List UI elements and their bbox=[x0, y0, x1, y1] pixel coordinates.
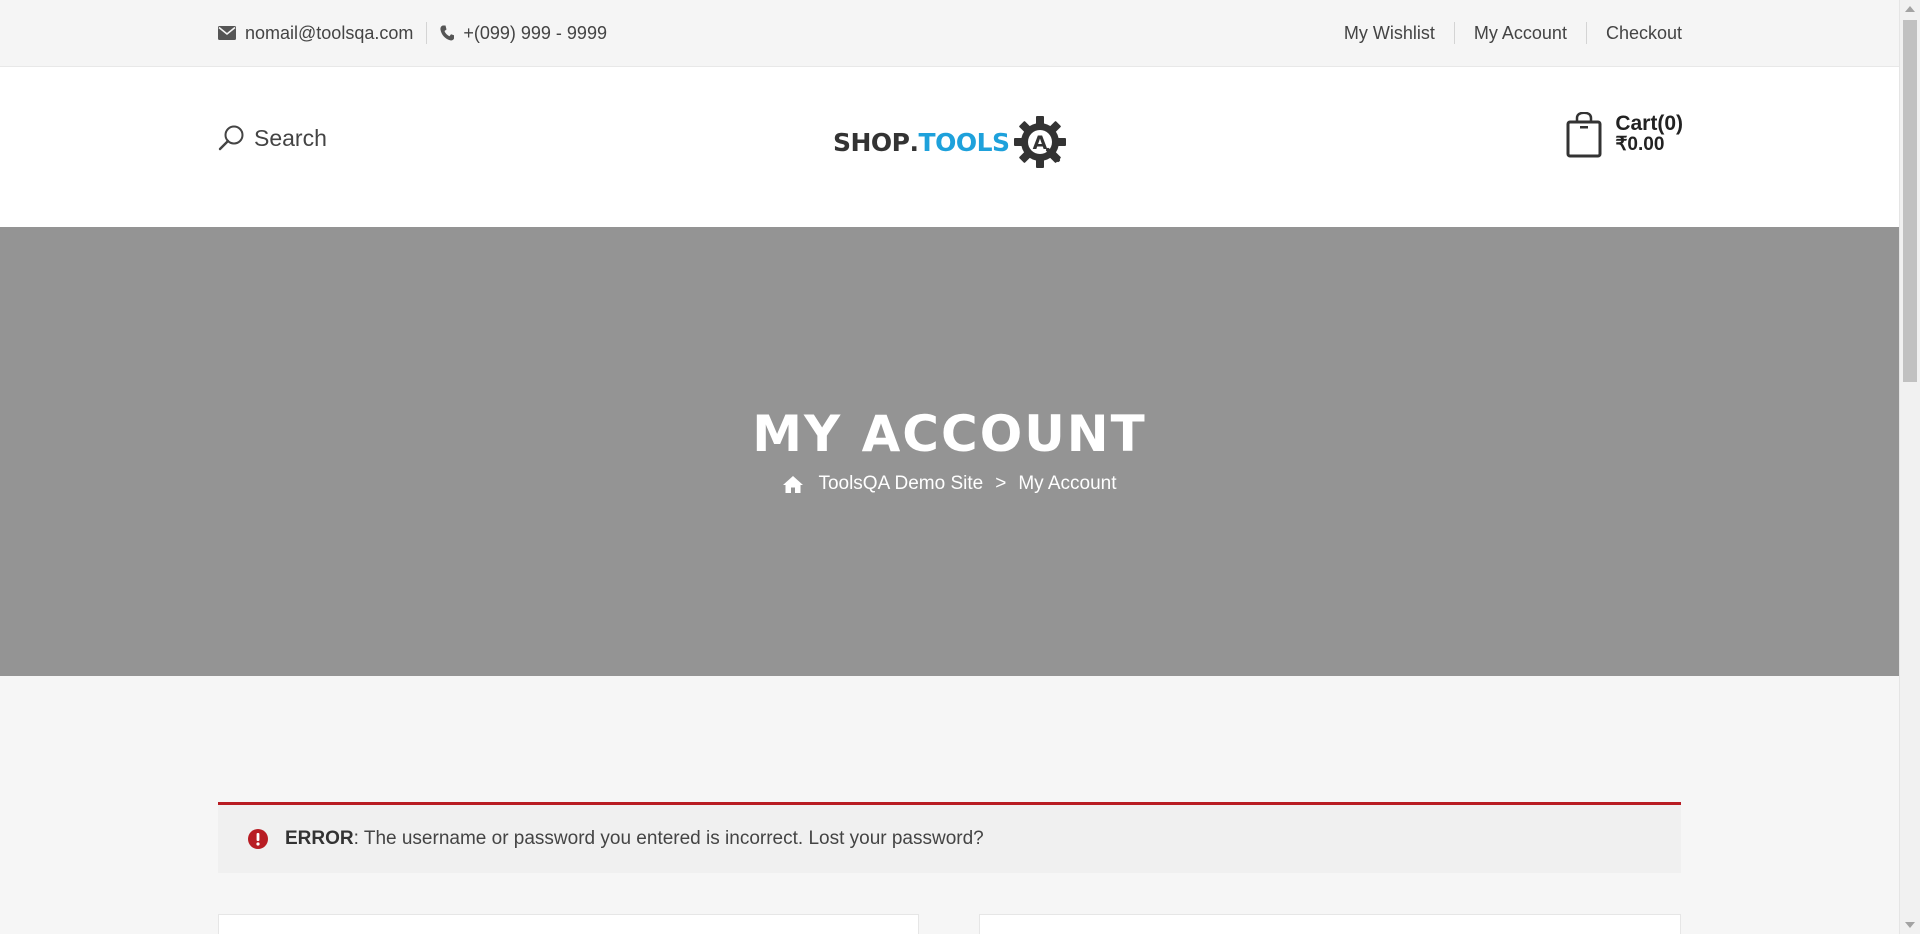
page-banner: MY ACCOUNT ToolsQA Demo Site > My Accoun… bbox=[0, 227, 1899, 676]
scroll-up-arrow-icon[interactable] bbox=[1905, 6, 1915, 12]
search-label: Search bbox=[254, 124, 327, 151]
scroll-down-arrow-icon[interactable] bbox=[1905, 922, 1915, 928]
breadcrumb-separator: > bbox=[995, 473, 1007, 494]
phone-text: +(099) 999 - 9999 bbox=[463, 22, 607, 43]
site-header: Search SHOP. TOOLS A Cart(0) ₹0.00 bbox=[0, 67, 1899, 227]
cart-summary: Cart(0) ₹0.00 bbox=[1615, 112, 1683, 156]
vertical-scrollbar[interactable] bbox=[1899, 0, 1920, 934]
page: nomail@toolsqa.com +(099) 999 - 9999 My … bbox=[0, 0, 1899, 934]
home-icon[interactable] bbox=[782, 475, 804, 494]
logo-dot-text: . bbox=[909, 127, 920, 157]
breadcrumb-site-link[interactable]: ToolsQA Demo Site bbox=[818, 473, 983, 495]
my-wishlist-link[interactable]: My Wishlist bbox=[1344, 23, 1435, 44]
phone-contact[interactable]: +(099) 999 - 9999 bbox=[440, 23, 607, 44]
my-account-link[interactable]: My Account bbox=[1474, 23, 1567, 44]
shopping-bag-icon bbox=[1566, 112, 1602, 158]
breadcrumb-current: My Account bbox=[1018, 473, 1117, 494]
error-label: ERROR bbox=[285, 828, 354, 849]
top-bar: nomail@toolsqa.com +(099) 999 - 9999 My … bbox=[0, 0, 1899, 67]
error-notice: ERROR: The username or password you ente… bbox=[218, 802, 1681, 873]
scrollbar-thumb[interactable] bbox=[1903, 20, 1917, 382]
logo-tools-text: TOOLS bbox=[918, 127, 1011, 157]
cart-button[interactable]: Cart(0) ₹0.00 bbox=[1566, 112, 1683, 158]
error-message: ERROR: The username or password you ente… bbox=[285, 828, 984, 850]
cart-amount: ₹0.00 bbox=[1615, 134, 1665, 156]
cart-count: Cart(0) bbox=[1615, 112, 1683, 135]
contact-info: nomail@toolsqa.com +(099) 999 - 9999 bbox=[218, 22, 607, 44]
breadcrumb: ToolsQA Demo Site > My Account bbox=[0, 473, 1899, 495]
logo-shop-text: SHOP bbox=[833, 127, 910, 157]
register-panel bbox=[979, 914, 1681, 934]
error-text[interactable]: : The username or password you entered i… bbox=[354, 828, 984, 849]
divider bbox=[1585, 22, 1587, 44]
divider bbox=[1453, 22, 1455, 44]
exclamation-circle-icon bbox=[248, 829, 268, 849]
logo-mark-text: A bbox=[1032, 132, 1047, 154]
checkout-link[interactable]: Checkout bbox=[1606, 23, 1682, 44]
envelope-icon bbox=[218, 26, 236, 40]
search-button[interactable]: Search bbox=[218, 124, 327, 152]
email-text: nomail@toolsqa.com bbox=[245, 22, 414, 43]
gear-logo-icon: A bbox=[1013, 116, 1066, 168]
login-panel bbox=[218, 914, 919, 934]
phone-icon bbox=[440, 25, 455, 41]
top-links: My Wishlist My Account Checkout bbox=[1344, 22, 1682, 44]
page-title: MY ACCOUNT bbox=[752, 405, 1147, 463]
search-icon bbox=[218, 125, 244, 151]
email-contact[interactable]: nomail@toolsqa.com bbox=[218, 23, 413, 44]
site-logo[interactable]: SHOP. TOOLS A bbox=[833, 114, 1068, 170]
divider bbox=[426, 22, 428, 44]
